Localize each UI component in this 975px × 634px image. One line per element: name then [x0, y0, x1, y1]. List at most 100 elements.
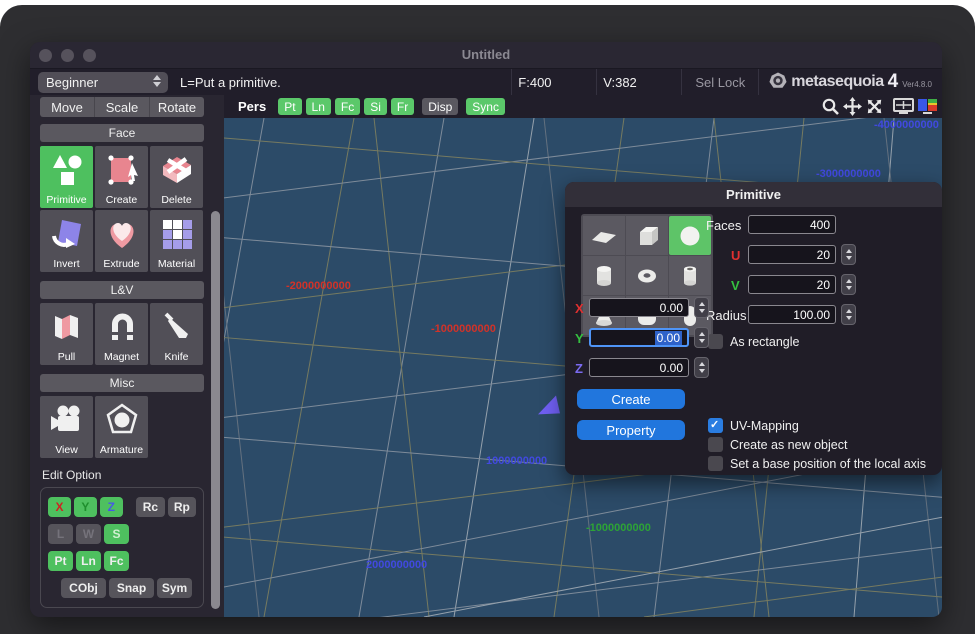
face-toggle[interactable]: Fc: [104, 551, 129, 571]
shape-torus-button[interactable]: [626, 256, 668, 295]
primitive-dialog: Primitive: [565, 182, 942, 475]
viewport-header: Pers Pt Ln Fc Si Fr Disp Sync: [224, 95, 942, 118]
grid-coordinate-label: -1000000000: [431, 323, 496, 335]
new-object-label: Create as new object: [730, 438, 847, 452]
sidebar-scrollbar-track[interactable]: [208, 95, 224, 617]
delete-tool-button[interactable]: Delete: [150, 146, 203, 208]
toggle-pt[interactable]: Pt: [278, 98, 301, 115]
toggle-disp[interactable]: Disp: [422, 98, 458, 115]
y-label: Y: [575, 331, 584, 346]
line-toggle[interactable]: Ln: [76, 551, 101, 571]
scale-button[interactable]: Scale: [94, 97, 149, 117]
primitive-dialog-title[interactable]: Primitive: [565, 182, 942, 207]
toggle-fc[interactable]: Fc: [335, 98, 360, 115]
rotate-view-icon[interactable]: [865, 97, 884, 116]
zoom-view-icon[interactable]: [821, 97, 840, 116]
faces-field[interactable]: 400: [748, 215, 836, 234]
radius-label: Radius: [706, 308, 746, 323]
chevron-updown-icon: [153, 75, 161, 87]
shape-cylinder-button[interactable]: [583, 256, 625, 295]
axis-x-toggle[interactable]: X: [48, 497, 71, 517]
screen-toggle[interactable]: S: [104, 524, 129, 544]
u-field[interactable]: 20: [748, 245, 836, 264]
primitive-shape-grid: [581, 214, 713, 337]
primitive-tool-button[interactable]: Primitive: [40, 146, 93, 208]
v-stepper[interactable]: [841, 274, 856, 295]
snap-button[interactable]: Snap: [109, 578, 154, 598]
extrude-tool-button[interactable]: Extrude: [95, 210, 148, 272]
status-message: L=Put a primitive.: [180, 75, 281, 90]
sel-lock-button[interactable]: Sel Lock: [682, 75, 758, 90]
as-rectangle-label: As rectangle: [730, 335, 799, 349]
point-toggle[interactable]: Pt: [48, 551, 73, 571]
titlebar: Untitled: [30, 42, 942, 68]
create-button[interactable]: Create: [577, 389, 685, 409]
v-field[interactable]: 20: [748, 275, 836, 294]
edit-option-box: X Y Z Rc Rp L W S Pt Ln Fc: [40, 487, 204, 608]
y-stepper[interactable]: [694, 327, 709, 348]
toggle-fr[interactable]: Fr: [391, 98, 414, 115]
shape-sphere-button[interactable]: [669, 216, 711, 255]
sidebar-scrollbar-thumb[interactable]: [211, 211, 220, 609]
y-field[interactable]: 0.00: [589, 328, 689, 347]
z-field[interactable]: 0.00: [589, 358, 689, 377]
move-button[interactable]: Move: [40, 97, 94, 117]
pull-tool-button[interactable]: Pull: [40, 303, 93, 365]
view-mode-label[interactable]: Pers: [238, 99, 266, 114]
rp-button[interactable]: Rp: [168, 497, 196, 517]
toggle-ln[interactable]: Ln: [306, 98, 331, 115]
radius-field[interactable]: 100.00: [748, 305, 836, 324]
face-count: F:400: [512, 75, 596, 90]
base-position-checkbox[interactable]: [708, 456, 723, 471]
grid-coordinate-label: 2000000000: [366, 559, 427, 571]
transform-row: Move Scale Rotate: [40, 97, 204, 117]
armature-tool-button[interactable]: Armature: [95, 396, 148, 458]
shape-tube-button[interactable]: [669, 256, 711, 295]
single-view-icon[interactable]: [893, 98, 914, 115]
material-tool-button[interactable]: Material: [150, 210, 203, 272]
magnet-tool-button[interactable]: Magnet: [95, 303, 148, 365]
axis-y-toggle[interactable]: Y: [74, 497, 97, 517]
3d-viewport[interactable]: -4000000000 -3000000000 -2000000000 -100…: [224, 118, 942, 617]
local-toggle[interactable]: L: [48, 524, 73, 544]
shape-cube-button[interactable]: [626, 216, 668, 255]
metasequoia-logo-icon: [769, 72, 787, 90]
faces-label: Faces: [706, 218, 741, 233]
world-toggle[interactable]: W: [76, 524, 101, 544]
shape-plane-button[interactable]: [583, 216, 625, 255]
z-stepper[interactable]: [694, 357, 709, 378]
face-tool-grid: Primitive Create: [40, 146, 204, 272]
as-rectangle-checkbox[interactable]: [708, 334, 723, 349]
invert-tool-button[interactable]: Invert: [40, 210, 93, 272]
x-field[interactable]: 0.00: [589, 298, 689, 317]
toggle-sync[interactable]: Sync: [466, 98, 505, 115]
misc-tool-grid: View Armature: [40, 396, 204, 458]
quad-view-icon[interactable]: [917, 98, 938, 115]
rc-button[interactable]: Rc: [136, 497, 164, 517]
create-tool-button[interactable]: Create: [95, 146, 148, 208]
mode-select[interactable]: Beginner: [38, 72, 168, 93]
toggle-si[interactable]: Si: [364, 98, 387, 115]
axis-z-toggle[interactable]: Z: [100, 497, 123, 517]
uv-mapping-checkbox[interactable]: [708, 418, 723, 433]
cobj-button[interactable]: CObj: [61, 578, 106, 598]
x-stepper[interactable]: [694, 297, 709, 318]
pan-view-icon[interactable]: [843, 97, 862, 116]
view-tool-button[interactable]: View: [40, 396, 93, 458]
knife-tool-button[interactable]: Knife: [150, 303, 203, 365]
extrude-icon: [104, 217, 140, 251]
sym-button[interactable]: Sym: [157, 578, 192, 598]
u-stepper[interactable]: [841, 244, 856, 265]
mode-select-value: Beginner: [46, 75, 98, 90]
property-button[interactable]: Property: [577, 420, 685, 440]
rotate-button[interactable]: Rotate: [149, 97, 204, 117]
window-title: Untitled: [30, 47, 942, 62]
radius-stepper[interactable]: [841, 304, 856, 325]
pull-icon: [50, 310, 84, 344]
brand-logo: metasequoia 4 Ver4.8.0: [759, 72, 942, 92]
base-position-label: Set a base position of the local axis: [730, 457, 926, 471]
z-label: Z: [575, 361, 583, 376]
misc-section-header: Misc: [40, 374, 204, 392]
app-window: Untitled Beginner L=Put a primitive. F:4…: [30, 42, 942, 617]
new-object-checkbox[interactable]: [708, 437, 723, 452]
